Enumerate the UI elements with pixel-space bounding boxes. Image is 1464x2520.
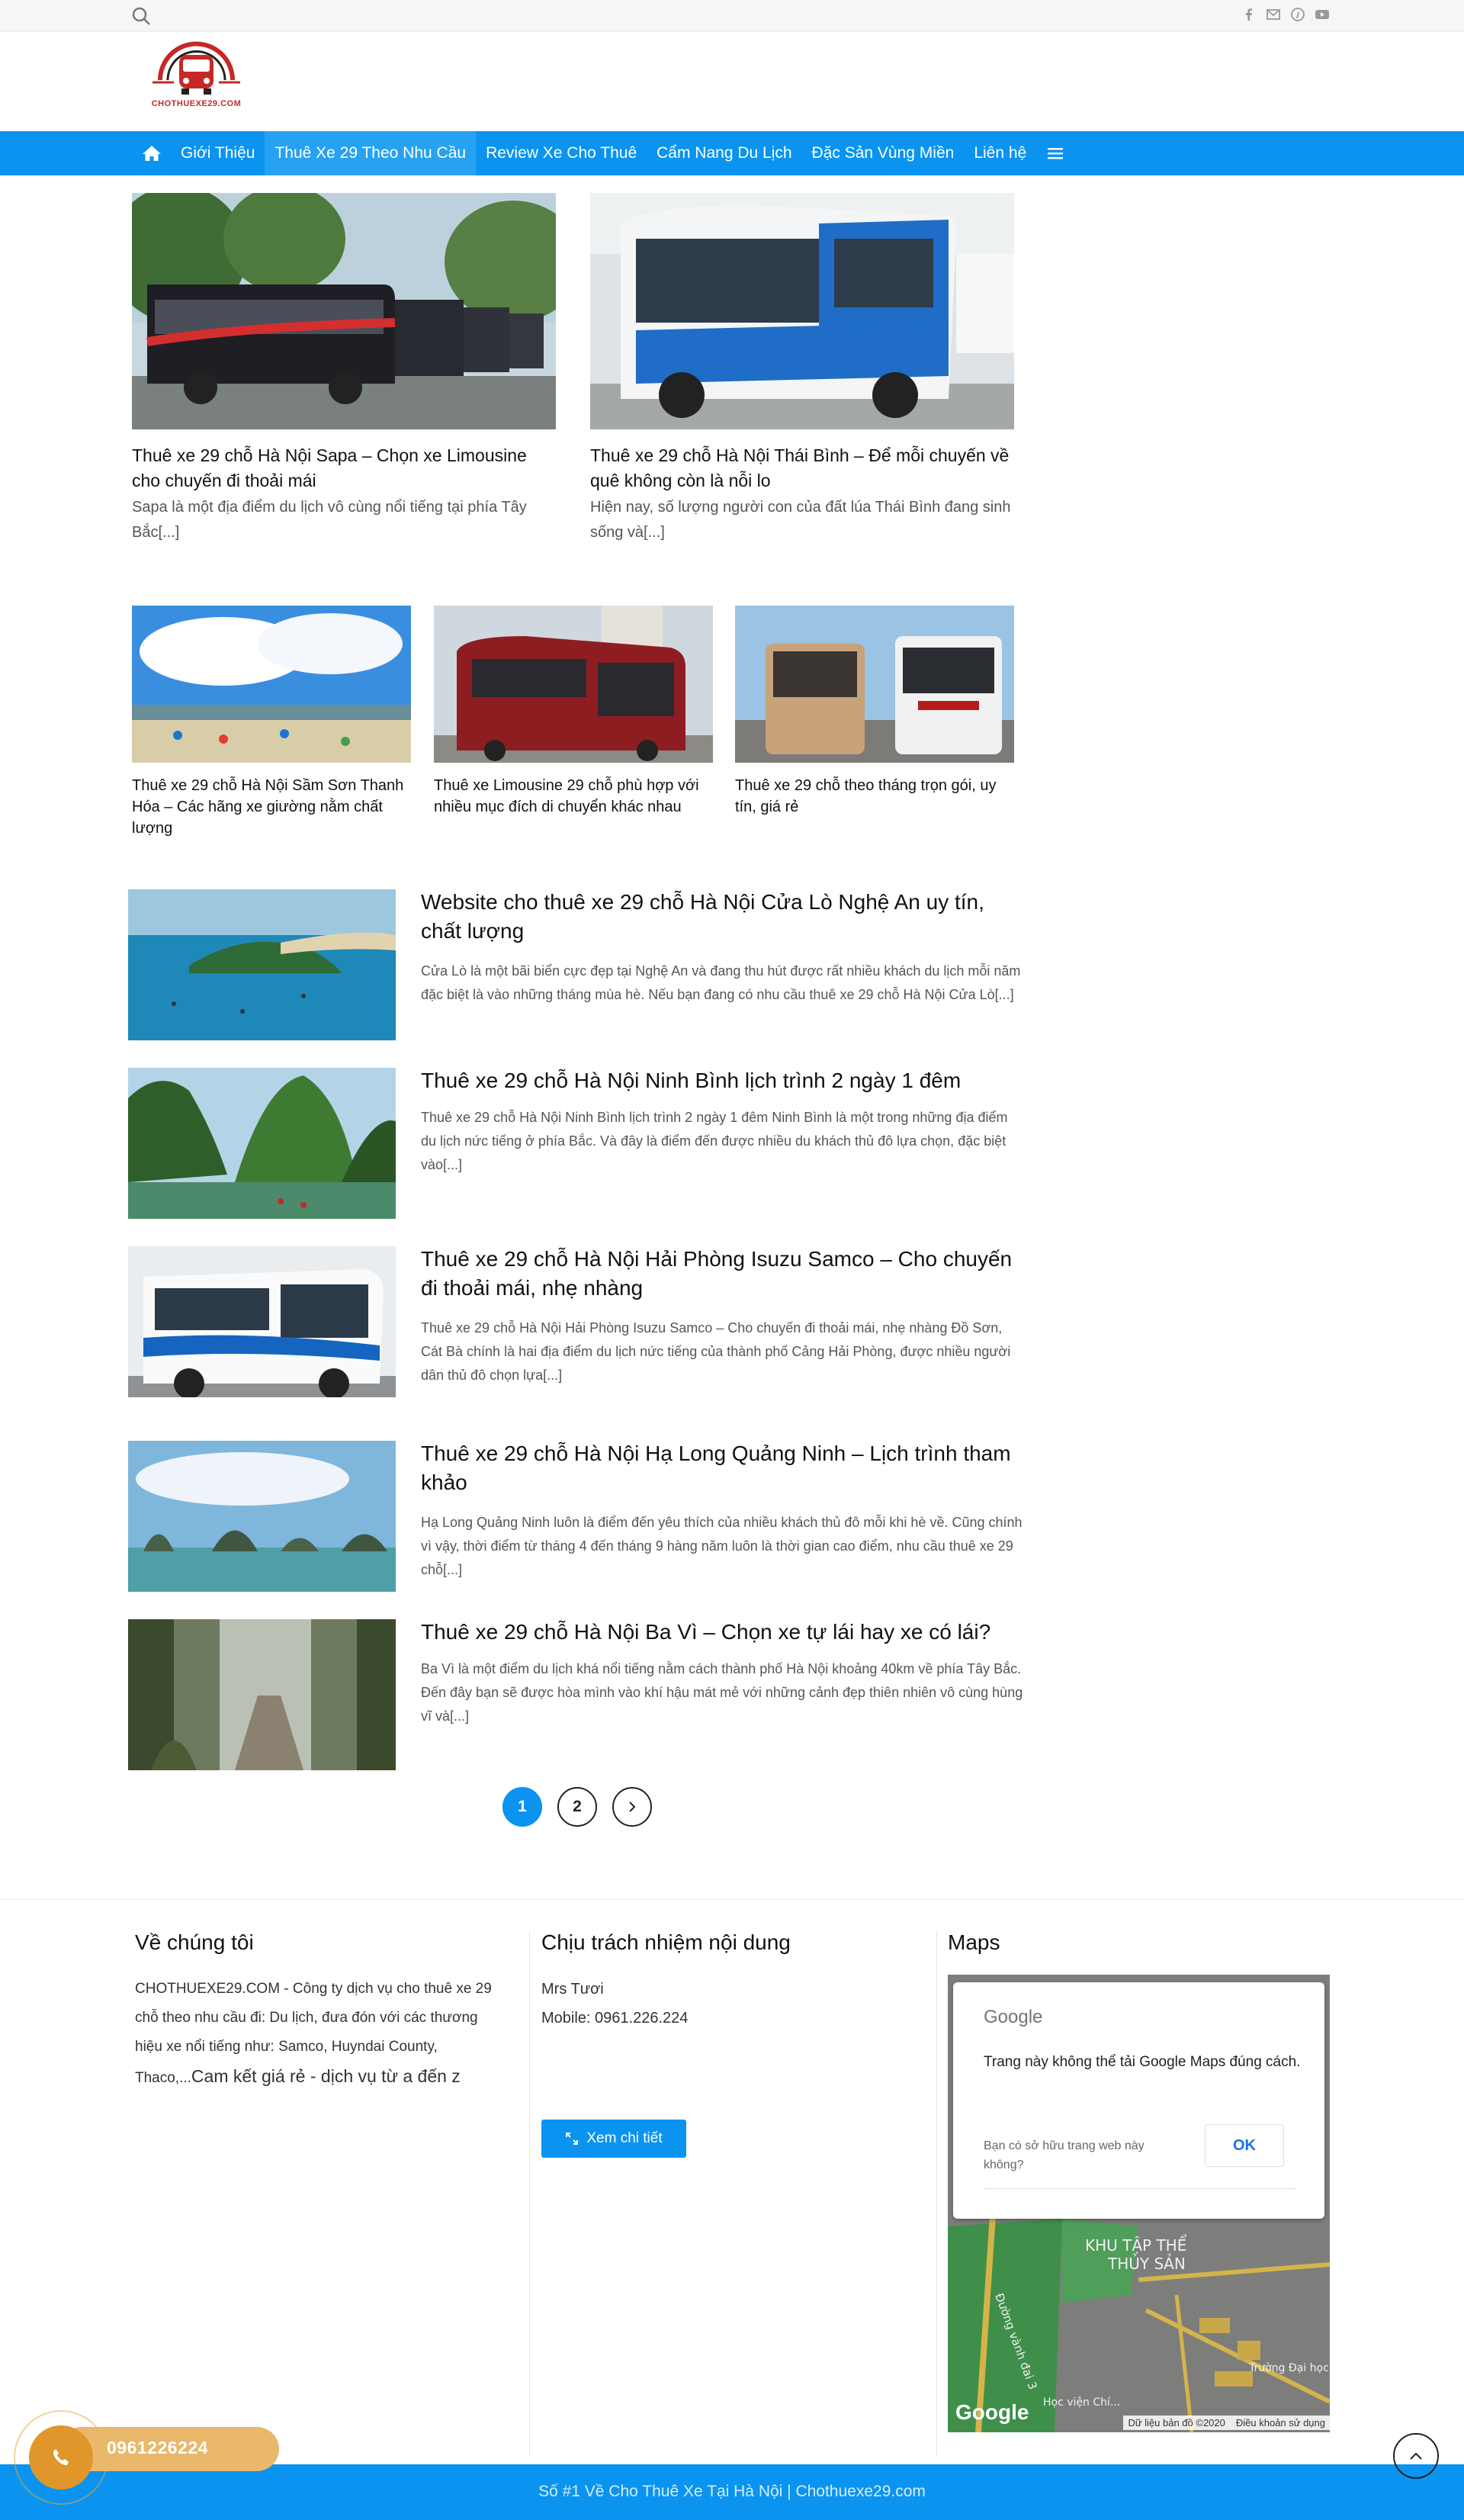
footer-about: Về chúng tôi CHOTHUEXE29.COM - Công ty d… [135,1930,509,2093]
call-number[interactable]: 0961226224 [107,2438,208,2458]
featured-post[interactable]: Thuê xe 29 chỗ Hà Nội Sapa – Chọn xe Lim… [132,193,556,545]
footer-resp-mobile: Mobile: 0961.226.224 [541,2010,689,2027]
facebook-icon[interactable] [1241,7,1257,22]
post-title[interactable]: Thuê xe 29 chỗ Hà Nội Thái Bình – Để mỗi… [590,443,1014,493]
featured-post[interactable]: Thuê xe 29 chỗ Hà Nội Thái Bình – Để mỗi… [590,193,1014,545]
post-title[interactable]: Thuê xe Limousine 29 chỗ phù hợp với nhi… [434,775,713,818]
map-error-message: Trang này không thể tải Google Maps đúng… [984,2054,1301,2070]
post-title[interactable]: Thuê xe 29 chỗ Hà Nội Sapa – Chọn xe Lim… [132,443,556,493]
post-thumbnail[interactable] [735,606,1014,763]
post-title[interactable]: Thuê xe 29 chỗ Hà Nội Ninh Bình lịch trì… [421,1066,1023,1095]
map-attribution: Dữ liệu bản đồ ©2020 Điều khoản sử dụng [1123,2416,1330,2430]
google-label: Google [984,2007,1043,2027]
nav-item-thue-xe-29[interactable]: Thuê Xe 29 Theo Nhu Cầu [265,131,477,175]
site-header: CHOTHUEXE29.COM [0,32,1464,131]
footer-responsibility: Chịu trách nhiệm nội dung Mrs Tươi Mobil… [541,1930,791,2158]
post-list-item[interactable]: Thuê xe 29 chỗ Hà Nội Hải Phòng Isuzu Sa… [128,1246,1020,1399]
page-current[interactable]: 1 [502,1787,542,1827]
post-thumbnail[interactable] [132,193,556,429]
post-title[interactable]: Thuê xe 29 chỗ Hà Nội Ba Vì – Chọn xe tự… [421,1618,1023,1647]
map-terms-link[interactable]: Điều khoản sử dụng [1236,2417,1325,2428]
post-thumbnail[interactable] [128,889,396,1040]
social-links [1241,7,1330,22]
post-card[interactable]: Thuê xe Limousine 29 chỗ phù hợp với nhi… [434,606,713,818]
footer-resp-name: Mrs Tươi [541,1981,604,1998]
more-details-button[interactable]: Xem chi tiết [541,2120,686,2158]
youtube-icon[interactable] [1315,7,1330,22]
footer-maps: Maps [948,1930,1000,1955]
top-bar [0,0,1464,32]
map-label: KHU TẬP THỂ [1085,2235,1187,2255]
post-excerpt: Sapa là một địa điểm du lịch vô cùng nổi… [132,499,527,541]
post-list-item[interactable]: Thuê xe 29 chỗ Hà Nội Ninh Bình lịch trì… [128,1068,1020,1220]
call-widget[interactable]: 0961226224 [14,2410,279,2505]
post-excerpt: Ba Vì là một điểm du lịch khá nổi tiếng … [421,1661,1023,1724]
footer-about-title: Về chúng tôi [135,1930,254,1954]
post-title[interactable]: Thuê xe 29 chỗ Hà Nội Hải Phòng Isuzu Sa… [421,1245,1023,1303]
post-card[interactable]: Thuê xe 29 chỗ Hà Nội Sầm Sơn Thanh Hóa … [132,606,411,839]
map-label: Học viện Chí... [1043,2396,1120,2409]
nav-item-dac-san[interactable]: Đặc Sản Vùng Miền [802,131,965,175]
nav-item-cam-nang[interactable]: Cẩm Nang Du Lịch [647,131,801,175]
post-excerpt: Hạ Long Quảng Ninh luôn là điểm đến yêu … [421,1515,1023,1577]
logo-text: CHOTHUEXE29.COM [151,99,242,108]
post-thumbnail[interactable] [128,1246,396,1397]
post-list-item[interactable]: Thuê xe 29 chỗ Hà Nội Hạ Long Quảng Ninh… [128,1439,1023,1593]
post-card[interactable]: Thuê xe 29 chỗ theo tháng trọn gói, uy t… [735,606,1014,818]
footer-maps-title: Maps [948,1930,1000,1954]
post-excerpt: Thuê xe 29 chỗ Hà Nội Ninh Bình lịch trì… [421,1110,1008,1172]
post-excerpt: Hiện nay, số lượng người con của đất lúa… [590,499,1011,541]
footer-divider [936,1930,937,2457]
google-map[interactable]: KHU TẬP THỂ THỦY SẢN Đường vành đai 3 Tr… [948,1975,1330,2432]
nav-item-gioi-thieu[interactable]: Giới Thiệu [171,131,265,175]
page-next-number[interactable]: 2 [557,1787,597,1827]
post-list-item[interactable]: Website cho thuê xe 29 chỗ Hà Nội Cửa Lò… [128,889,1020,1042]
chevron-right-icon[interactable] [612,1787,652,1827]
post-thumbnail[interactable] [434,606,713,763]
post-thumbnail[interactable] [128,1441,396,1592]
site-logo[interactable]: CHOTHUEXE29.COM [137,38,255,126]
expand-icon [566,2133,579,2145]
post-thumbnail[interactable] [132,606,411,763]
pagination: 1 2 [502,1787,652,1827]
chevron-up-icon [1410,2452,1422,2460]
map-error-dialog: Google Trang này không thể tải Google Ma… [953,1982,1324,2219]
main-nav: Giới Thiệu Thuê Xe 29 Theo Nhu Cầu Revie… [0,131,1464,175]
footer-divider [529,1930,530,2457]
phone-icon[interactable] [29,2425,93,2489]
post-list-item[interactable]: Thuê xe 29 chỗ Hà Nội Ba Vì – Chọn xe tự… [128,1618,1023,1772]
post-excerpt: Cửa Lò là một bãi biển cực đẹp tại Nghệ … [421,963,1021,1002]
post-title[interactable]: Thuê xe 29 chỗ Hà Nội Sầm Sơn Thanh Hóa … [132,775,411,839]
google-logo: Google [955,2400,1029,2424]
post-title[interactable]: Website cho thuê xe 29 chỗ Hà Nội Cửa Lò… [421,888,1023,946]
back-to-top-button[interactable] [1393,2433,1439,2479]
map-label: THỦY SẢN [1107,2254,1186,2273]
post-title[interactable]: Thuê xe 29 chỗ Hà Nội Hạ Long Quảng Ninh… [421,1439,1023,1497]
post-thumbnail[interactable] [128,1619,396,1770]
menu-icon[interactable] [1036,131,1074,175]
post-excerpt: Thuê xe 29 chỗ Hà Nội Hải Phòng Isuzu Sa… [421,1320,1011,1383]
post-title[interactable]: Thuê xe 29 chỗ theo tháng trọn gói, uy t… [735,775,1014,818]
footer-about-text: CHOTHUEXE29.COM - Công ty dịch vụ cho th… [135,1981,492,2086]
map-label: Trường Đại học Khoa học Tự nhiên, Đ... [1248,2362,1330,2374]
post-thumbnail[interactable] [128,1068,396,1219]
nav-item-review[interactable]: Review Xe Cho Thuê [476,131,647,175]
search-icon[interactable] [131,6,151,26]
footer-resp-title: Chịu trách nhiệm nội dung [541,1930,791,1954]
nav-item-lien-he[interactable]: Liên hệ [964,131,1036,175]
divider [984,2188,1296,2189]
home-icon[interactable] [131,131,171,175]
post-thumbnail[interactable] [590,193,1014,429]
map-owner-question: Bạn có sở hữu trang web này không? [984,2139,1145,2171]
email-icon[interactable] [1266,7,1281,22]
pinterest-icon[interactable] [1290,7,1305,22]
map-ok-button[interactable]: OK [1205,2124,1284,2167]
